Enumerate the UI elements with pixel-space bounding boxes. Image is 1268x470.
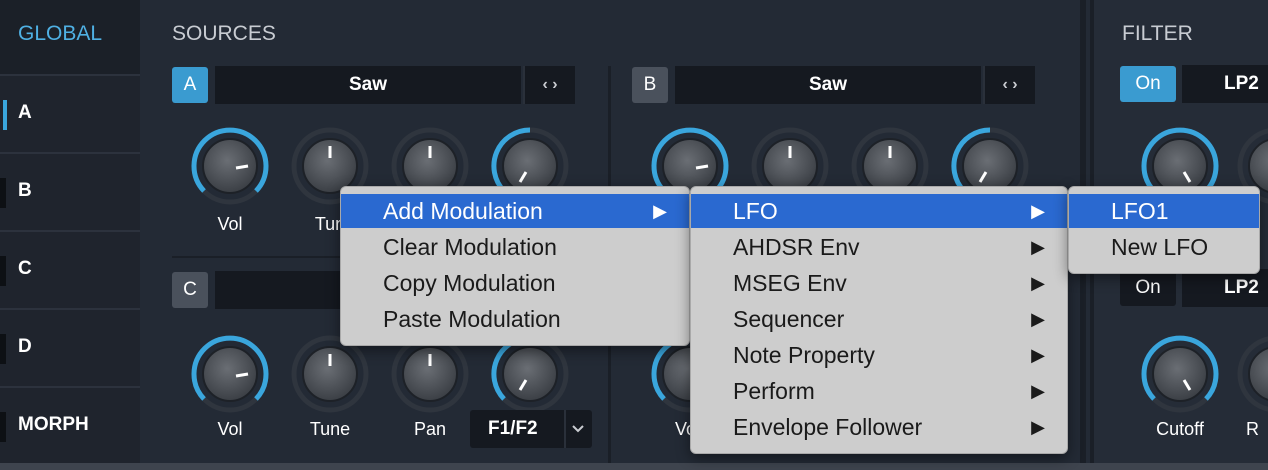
filter-route-select[interactable]: F1/F2 — [470, 410, 592, 448]
pan-knob-c[interactable] — [390, 334, 470, 414]
global-tab[interactable]: GLOBAL — [18, 22, 102, 46]
prev-icon[interactable]: ‹ — [1002, 76, 1007, 93]
vol-knob-c[interactable] — [190, 334, 270, 414]
vol-label: Vol — [217, 214, 243, 234]
filter-route-value: F1/F2 — [488, 418, 538, 439]
submenu-arrow-icon: ▶ — [1031, 201, 1045, 221]
source-c-badge[interactable]: C — [172, 272, 208, 308]
source-b-badge[interactable]: B — [632, 67, 668, 103]
cutoff-label: Cutoff — [1156, 419, 1204, 439]
sidebar-item-label: A — [18, 102, 32, 123]
menu-item-label: Sequencer — [733, 306, 845, 332]
bottom-bar — [0, 463, 1268, 470]
menu-item-sequencer[interactable]: Sequencer ▶ — [691, 302, 1067, 336]
submenu-arrow-icon: ▶ — [1031, 381, 1045, 401]
submenu-arrow-icon: ▶ — [1031, 417, 1045, 437]
menu-item-mseg-env[interactable]: MSEG Env ▶ — [691, 266, 1067, 300]
source-b-wave-arrows[interactable]: ‹ › — [983, 66, 1035, 104]
menu-item-label: Envelope Follower — [733, 414, 923, 440]
indicator — [0, 256, 6, 286]
next-icon[interactable]: › — [552, 76, 557, 93]
pan-label: Pan — [413, 419, 447, 439]
sidebar-item-label: D — [18, 336, 32, 357]
sidebar-item-d[interactable]: D — [0, 308, 140, 386]
sidebar-item-b[interactable]: B — [0, 152, 140, 230]
menu-item-envelope-follower[interactable]: Envelope Follower ▶ — [691, 410, 1067, 444]
filter2-on-toggle[interactable]: On — [1120, 270, 1176, 306]
submenu-arrow-icon: ▶ — [1031, 237, 1045, 257]
indicator — [0, 334, 6, 364]
menu-item-label: LFO — [733, 198, 778, 224]
tune-label: Tune — [309, 419, 351, 439]
menu-item-label: Note Property — [733, 342, 875, 368]
menu-item-ahdsr-env[interactable]: AHDSR Env ▶ — [691, 230, 1067, 264]
sources-title: SOURCES — [172, 22, 276, 45]
submenu-arrow-icon: ▶ — [1031, 309, 1045, 329]
menu-item-label: Paste Modulation — [383, 306, 561, 332]
menu-item-lfo[interactable]: LFO ▶ — [691, 194, 1067, 228]
active-indicator — [3, 100, 7, 130]
select-divider — [564, 410, 566, 448]
menu-item-clear-modulation[interactable]: Clear Modulation — [341, 230, 689, 264]
source-a-wave-arrows[interactable]: ‹ › — [523, 66, 575, 104]
filter1-on-toggle[interactable]: On — [1120, 66, 1176, 102]
submenu-arrow-icon: ▶ — [1031, 345, 1045, 365]
sidebar-item-morph[interactable]: MORPH — [0, 386, 140, 464]
sidebar-item-label: MORPH — [18, 414, 89, 435]
sidebar-item-c[interactable]: C — [0, 230, 140, 308]
filter2-type[interactable]: LP2 — [1182, 269, 1268, 307]
sidebar-item-label: C — [18, 258, 32, 279]
source-b-waveform[interactable]: Saw — [675, 66, 981, 104]
resonance-label: R — [1246, 419, 1259, 439]
tune-knob-c[interactable] — [290, 334, 370, 414]
menu-item-label: AHDSR Env — [733, 234, 860, 260]
indicator — [0, 178, 6, 208]
menu-item-label: Clear Modulation — [383, 234, 557, 260]
cutoff-knob-2[interactable] — [1140, 334, 1220, 414]
sidebar-item-label: B — [18, 180, 32, 201]
menu-item-add-modulation[interactable]: Add Modulation ▶ — [341, 194, 689, 228]
sidebar-item-a[interactable]: A — [0, 74, 140, 152]
submenu-arrow-icon: ▶ — [1031, 273, 1045, 293]
filter-mix-knob-c[interactable] — [490, 334, 570, 414]
menu-item-lfo1[interactable]: LFO1 — [1069, 194, 1259, 228]
filter-title: FILTER — [1122, 22, 1193, 45]
context-menu: Add Modulation ▶ Clear Modulation Copy M… — [340, 186, 690, 346]
lfo-submenu: LFO1 New LFO — [1068, 186, 1260, 274]
menu-item-label: Perform — [733, 378, 815, 404]
source-a-badge[interactable]: A — [172, 67, 208, 103]
menu-item-copy-modulation[interactable]: Copy Modulation — [341, 266, 689, 300]
prev-icon[interactable]: ‹ — [542, 76, 547, 93]
submenu-arrow-icon: ▶ — [653, 201, 667, 221]
filter1-type[interactable]: LP2 — [1182, 65, 1268, 103]
modulation-submenu: LFO ▶ AHDSR Env ▶ MSEG Env ▶ Sequencer ▶… — [690, 186, 1068, 454]
menu-item-paste-modulation[interactable]: Paste Modulation — [341, 302, 689, 336]
menu-item-new-lfo[interactable]: New LFO — [1069, 230, 1259, 264]
vol-knob-a[interactable] — [190, 126, 270, 206]
vol-label: Vol — [217, 419, 243, 439]
menu-item-label: Add Modulation — [383, 198, 543, 224]
menu-item-perform[interactable]: Perform ▶ — [691, 374, 1067, 408]
menu-item-label: Copy Modulation — [383, 270, 556, 296]
chevron-down-icon[interactable] — [570, 410, 586, 462]
menu-item-label: LFO1 — [1111, 198, 1169, 224]
menu-item-label: MSEG Env — [733, 270, 847, 296]
menu-item-label: New LFO — [1111, 234, 1209, 260]
resonance-knob-2[interactable] — [1236, 334, 1268, 414]
indicator — [0, 412, 6, 442]
source-a-waveform[interactable]: Saw — [215, 66, 521, 104]
menu-item-note-property[interactable]: Note Property ▶ — [691, 338, 1067, 372]
next-icon[interactable]: › — [1012, 76, 1017, 93]
